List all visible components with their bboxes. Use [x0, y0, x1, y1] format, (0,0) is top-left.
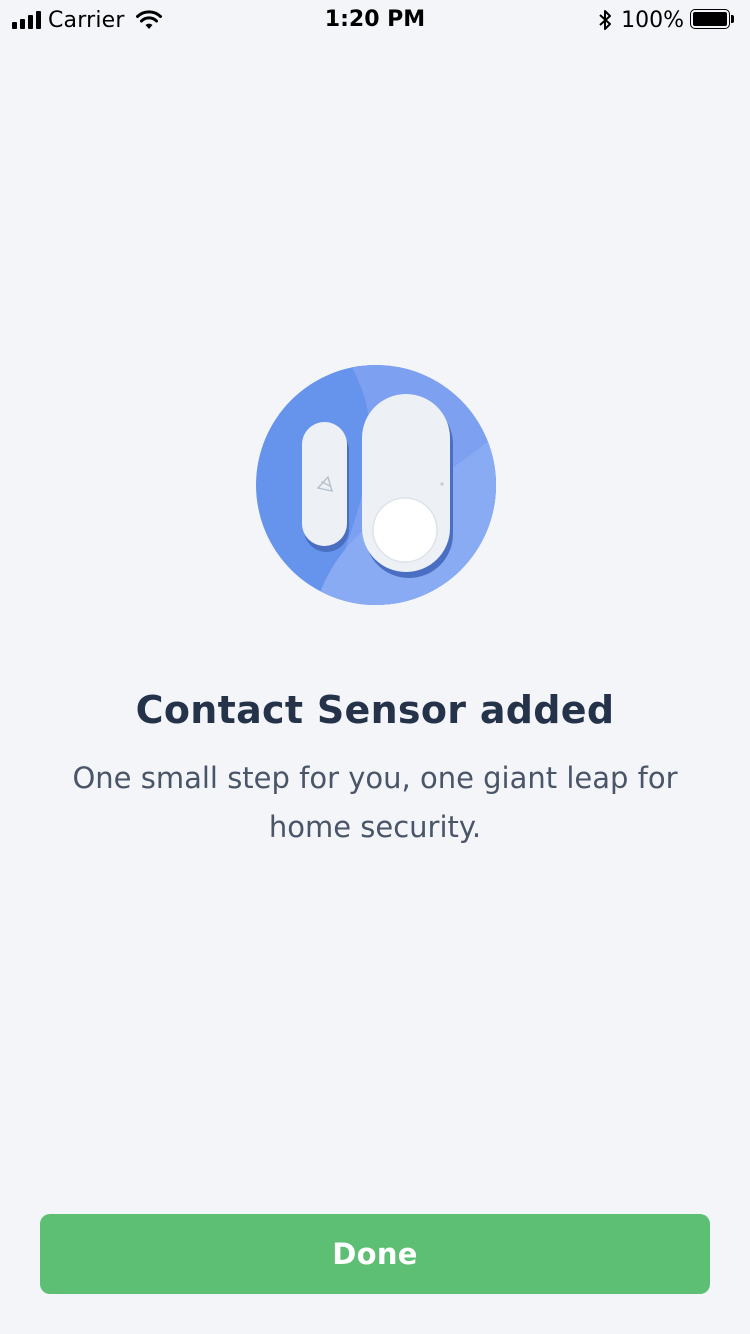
page-title: Contact Sensor added — [135, 688, 615, 732]
page-subtitle: One small step for you, one giant leap f… — [72, 761, 678, 844]
battery-fill — [693, 12, 727, 26]
bluetooth-icon — [599, 10, 612, 30]
status-bar-right: 100% — [597, 6, 736, 34]
battery-icon — [690, 9, 736, 31]
sensor-led — [440, 482, 444, 486]
done-button[interactable]: Done — [40, 1214, 710, 1294]
contact-sensor-illustration — [256, 365, 496, 605]
battery-percent: 100% — [621, 7, 684, 33]
sensor-button — [372, 497, 438, 563]
status-bar: Carrier 1:20 PM 100% — [0, 0, 750, 40]
